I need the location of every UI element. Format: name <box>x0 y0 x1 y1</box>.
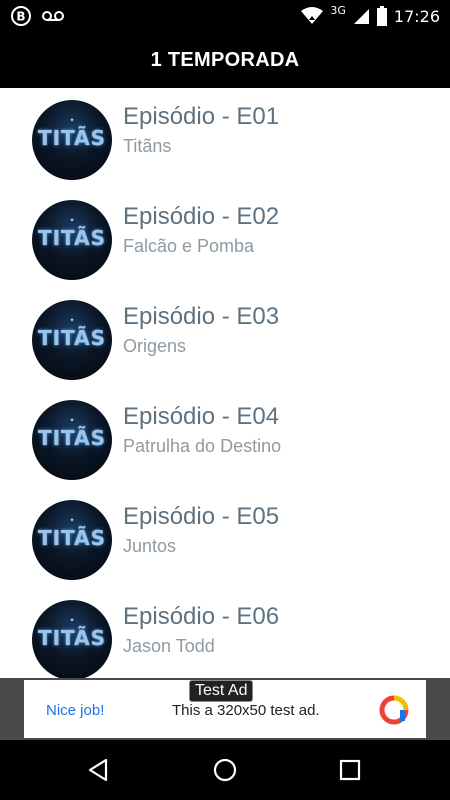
voicemail-icon <box>42 11 64 21</box>
battery-icon <box>376 6 387 26</box>
back-icon[interactable] <box>86 757 112 783</box>
episode-title: Episódio - E02 <box>123 203 280 230</box>
ad-cta-link[interactable]: Nice job! <box>46 702 104 719</box>
home-icon[interactable] <box>212 757 238 783</box>
episode-subtitle: Falcão e Pomba <box>123 236 255 256</box>
wifi-icon <box>301 7 324 24</box>
episode-subtitle: Patrulha do Destino <box>123 436 282 456</box>
thumbnail-logo-text: TITÃS <box>37 526 107 550</box>
episode-subtitle: Titãns <box>123 136 172 156</box>
thumbnail-logo-text: TITÃS <box>37 326 107 350</box>
episode-thumbnail: ✦ TITÃS <box>32 400 112 480</box>
svg-text:B: B <box>16 10 25 24</box>
episode-subtitle: Origens <box>123 336 187 356</box>
episode-item-e05[interactable]: ✦ TITÃS Episódio - E05 Juntos <box>0 488 450 588</box>
episode-title: Episódio - E05 <box>123 503 280 530</box>
episode-item-e01[interactable]: ✦ TITÃS Episódio - E01 Titãns <box>0 88 450 188</box>
episode-thumbnail: ✦ TITÃS <box>32 500 112 580</box>
ad-network-logo-icon <box>379 695 409 725</box>
episode-subtitle: Juntos <box>123 536 177 556</box>
episode-thumbnail: ✦ TITÃS <box>32 200 112 280</box>
page-title: 1 TEMPORADA <box>150 48 300 71</box>
thumbnail-logo-text: TITÃS <box>37 626 107 650</box>
episode-item-e03[interactable]: ✦ TITÃS Episódio - E03 Origens <box>0 288 450 388</box>
clock: 17:26 <box>393 6 440 26</box>
signal-icon <box>353 9 369 24</box>
nav-bar <box>0 740 450 800</box>
episode-item-e06[interactable]: ✦ TITÃS Episódio - E06 Jason Todd <box>0 588 450 678</box>
ad-text: This a 320x50 test ad. <box>172 702 320 719</box>
recents-icon[interactable] <box>337 757 363 783</box>
episode-item-e04[interactable]: ✦ TITÃS Episódio - E04 Patrulha do Desti… <box>0 388 450 488</box>
episode-thumbnail: ✦ TITÃS <box>32 100 112 180</box>
status-left: B <box>10 5 64 27</box>
episode-title: Episódio - E06 <box>123 603 280 630</box>
test-ad-badge: Test Ad <box>189 680 254 702</box>
episode-title: Episódio - E03 <box>123 303 280 330</box>
status-bar: B 3G 17:26 <box>0 0 450 32</box>
episode-thumbnail: ✦ TITÃS <box>32 600 112 678</box>
network-type: 3G <box>330 3 346 17</box>
b-messenger-icon: B <box>11 6 31 26</box>
episode-thumbnail: ✦ TITÃS <box>32 300 112 380</box>
episode-subtitle: Jason Todd <box>123 636 215 656</box>
episode-list[interactable]: ✦ TITÃS Episódio - E01 Titãns ✦ TITÃS Ep… <box>0 88 450 678</box>
episode-item-e02[interactable]: ✦ TITÃS Episódio - E02 Falcão e Pomba <box>0 188 450 288</box>
app-header: 1 TEMPORADA <box>0 32 450 88</box>
thumbnail-logo-text: TITÃS <box>37 226 107 250</box>
episode-title: Episódio - E04 <box>123 403 280 430</box>
episode-title: Episódio - E01 <box>123 103 280 130</box>
thumbnail-logo-text: TITÃS <box>37 426 107 450</box>
status-right: 3G 17:26 <box>300 0 440 32</box>
thumbnail-logo-text: TITÃS <box>37 126 107 150</box>
